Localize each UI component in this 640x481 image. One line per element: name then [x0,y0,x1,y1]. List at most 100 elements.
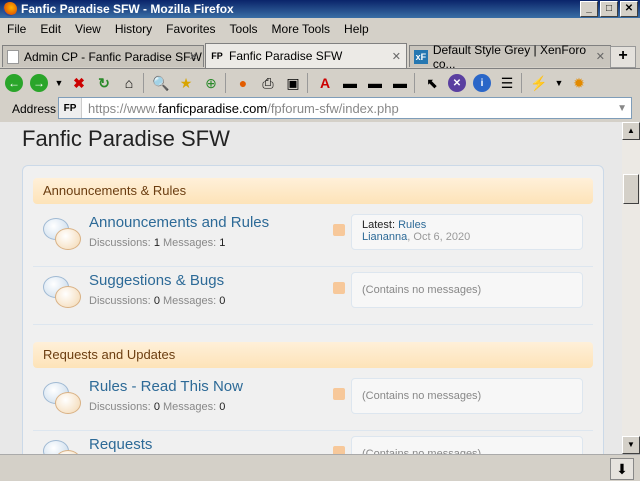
download-arrow-icon: ⬇ [616,461,628,477]
url-text: https://www.fanficparadise.com/fpforum-s… [88,100,399,116]
menu-tools[interactable]: Tools [223,22,265,36]
star-icon: ★ [179,74,193,91]
stop-button[interactable]: ✖ [68,72,90,94]
scroll-up-button[interactable]: ▲ [622,122,640,140]
last-post-empty: (Contains no messages) [351,378,583,414]
tab-label: Default Style Grey | XenForo co... [432,42,587,71]
forum-list: Announcements & Rules Announcements and … [22,165,604,454]
page-title: Fanfic Paradise SFW [22,126,230,151]
rss-icon[interactable] [333,224,345,236]
globe-icon: ⊕ [205,74,217,91]
forum-title-link[interactable]: Announcements and Rules [89,214,269,231]
menu-view[interactable]: View [68,22,108,36]
select-button[interactable]: ⬉ [421,72,443,94]
latest-user-link[interactable]: Liananna [362,231,407,243]
menu-help[interactable]: Help [337,22,376,36]
tab-admin-cp[interactable]: Admin CP - Fanfic Paradise SFW ✕ [2,45,204,67]
block-button[interactable]: ✕ [446,72,468,94]
site-favicon-icon: FP [59,98,82,118]
monitor-icon: ▬ [368,75,382,91]
back-button[interactable]: ← [3,72,25,94]
xenforo-favicon-icon: xF [414,49,428,64]
close-window-button[interactable]: ✕ [620,1,638,17]
monitor-button-3[interactable]: ▬ [389,72,411,94]
back-arrow-icon: ← [5,74,23,92]
history-dropdown-icon[interactable]: ▼ [53,72,65,94]
monitor-icon: ▬ [393,75,407,91]
maximize-button[interactable]: □ [600,1,618,17]
scroll-thumb[interactable] [623,174,639,204]
rss-icon[interactable] [333,388,345,400]
rss-icon[interactable] [333,446,345,454]
fp-favicon-icon: FP [211,51,223,61]
flash-dropdown-icon[interactable]: ▼ [553,72,565,94]
category-header-requests[interactable]: Requests and Updates [33,342,593,368]
settings-button[interactable]: ✹ [568,72,590,94]
latest-thread-link[interactable]: Rules [398,219,426,231]
forum-stats: Discussions: 1 Messages: 1 [89,237,226,249]
screenshot-button[interactable]: ▣ [282,72,304,94]
menu-history[interactable]: History [108,22,159,36]
menu-file[interactable]: File [0,22,33,36]
rss-icon[interactable] [333,282,345,294]
info-icon: i [473,74,491,92]
flash-button[interactable]: ⚡ [528,72,550,94]
print-button[interactable]: ⎙ [257,72,279,94]
url-dropdown-icon[interactable]: ▼ [617,103,627,114]
page-content: Fanfic Paradise SFW Announcements & Rule… [0,122,622,454]
tab-label: Fanfic Paradise SFW [229,49,343,63]
new-tab-button[interactable]: + [610,46,636,68]
last-post-empty: (Contains no messages) [351,272,583,308]
menu-bar: File Edit View History Favorites Tools M… [0,18,640,40]
window-title: Fanfic Paradise SFW - Mozilla Firefox [21,2,234,16]
bookmark-button[interactable]: ★ [175,72,197,94]
monitor-button-1[interactable]: ▬ [339,72,361,94]
page-icon [7,49,19,64]
forum-title-link[interactable]: Suggestions & Bugs [89,272,224,289]
url-input[interactable]: FP https://www.fanficparadise.com/fpforu… [58,97,632,119]
menu-edit[interactable]: Edit [33,22,68,36]
tab-bar: Admin CP - Fanfic Paradise SFW ✕ FP Fanf… [0,42,640,71]
pdf-icon: A [319,75,331,91]
firefox-icon [3,2,17,16]
close-tab-icon[interactable]: ✕ [596,50,605,63]
menu-favorites[interactable]: Favorites [159,22,222,36]
download-button[interactable]: ⬇ [610,458,634,480]
forum-read-icon [43,382,81,418]
search-icon: 🔍 [152,74,170,91]
monitor-button-2[interactable]: ▬ [364,72,386,94]
forward-arrow-icon: → [30,74,48,92]
home-icon: ⌂ [124,75,134,91]
menu-more-tools[interactable]: More Tools [265,22,337,36]
forum-title-link[interactable]: Rules - Read This Now [89,378,243,395]
forward-button[interactable]: → [28,72,50,94]
pdf-button[interactable]: A [314,72,336,94]
close-tab-icon[interactable]: ✕ [189,50,198,63]
address-label: Address [12,102,57,116]
forum-node: Rules - Read This Now Discussions: 0 Mes… [33,374,593,431]
forum-stats: Discussions: 0 Messages: 0 [89,295,226,307]
vertical-scrollbar[interactable]: ▲ ▼ [622,122,640,454]
reload-icon: ↻ [98,74,110,91]
search-button[interactable]: 🔍 [150,72,172,94]
notes-icon: ☰ [500,74,514,91]
tab-default-style[interactable]: xF Default Style Grey | XenForo co... ✕ [409,43,611,71]
forum-stats: Discussions: 0 Messages: 0 [89,401,226,413]
firefox-button[interactable]: ● [232,72,254,94]
notes-button[interactable]: ☰ [496,72,518,94]
forum-title-link[interactable]: Requests [89,436,152,453]
firefox-icon: ● [238,75,248,91]
category-header-announcements[interactable]: Announcements & Rules [33,178,593,204]
info-button[interactable]: i [471,72,493,94]
address-bar: Address FP https://www.fanficparadise.co… [0,97,640,121]
stop-icon: ✖ [73,74,85,91]
minimize-button[interactable]: _ [580,1,598,17]
addons-button[interactable]: ⊕ [200,72,222,94]
latest-date: , Oct 6, 2020 [407,231,471,243]
window-titlebar: Fanfic Paradise SFW - Mozilla Firefox _ … [0,0,640,18]
home-button[interactable]: ⌂ [118,72,140,94]
close-tab-icon[interactable]: ✕ [392,50,401,63]
reload-button[interactable]: ↻ [93,72,115,94]
tab-fanfic-paradise[interactable]: FP Fanfic Paradise SFW ✕ [205,43,407,68]
scroll-down-button[interactable]: ▼ [622,436,640,454]
